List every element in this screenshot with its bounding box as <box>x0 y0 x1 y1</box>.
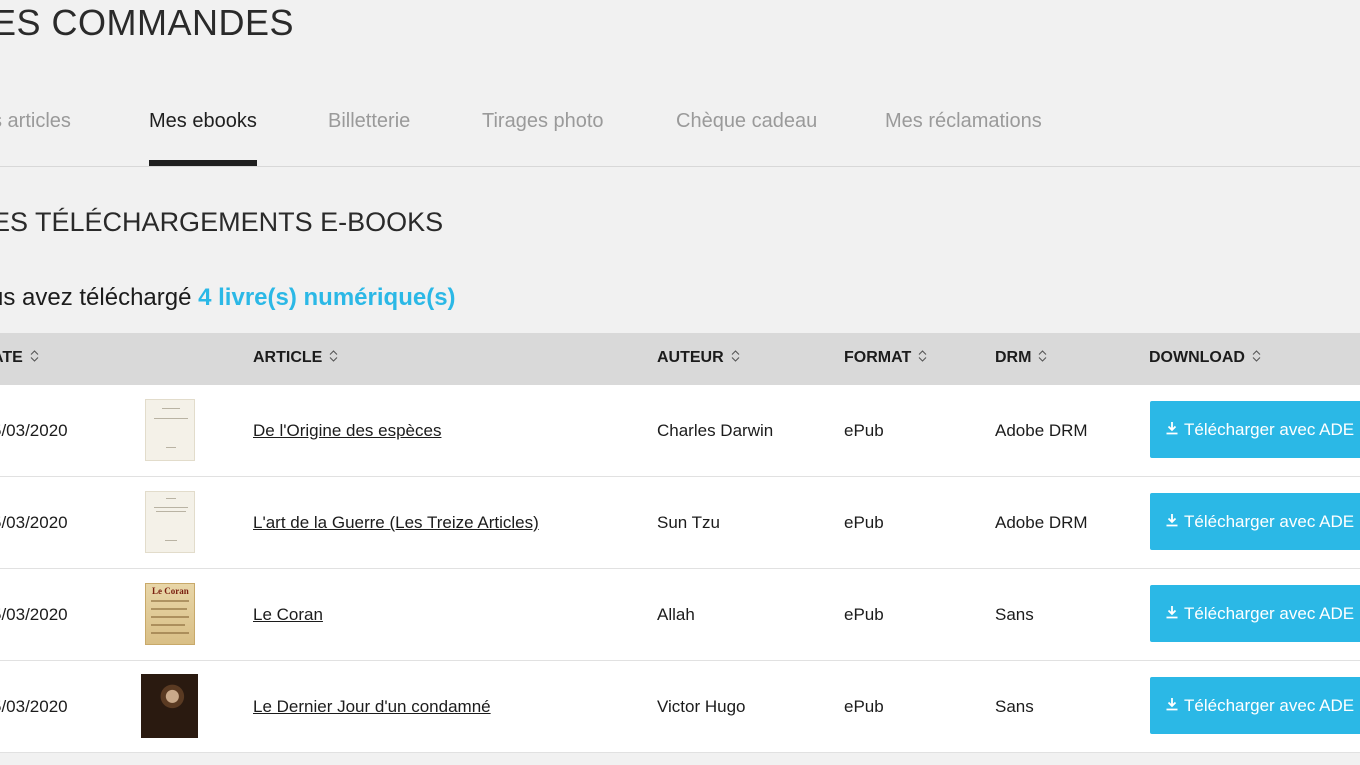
table-header: ATE ARTICLE AUTEUR FORMAT DRM DOWNLOAD <box>0 333 1360 385</box>
sort-updown-icon <box>30 349 39 367</box>
column-header-label: DOWNLOAD <box>1149 349 1245 367</box>
download-button-label: Télécharger avec ADE <box>1184 603 1355 623</box>
download-button-label: Télécharger avec ADE <box>1184 511 1355 531</box>
sort-updown-icon <box>918 349 927 367</box>
section-title: ES TÉLÉCHARGEMENTS E-BOOKS <box>0 207 444 237</box>
column-header-drm[interactable]: DRM <box>995 349 1047 367</box>
summary-prefix: us avez téléchargé <box>0 284 199 311</box>
download-icon <box>1165 420 1184 440</box>
download-icon <box>1165 696 1184 716</box>
book-cover-thumbnail[interactable] <box>145 399 195 461</box>
column-header-format[interactable]: FORMAT <box>844 349 927 367</box>
download-icon <box>1165 512 1184 532</box>
article-link[interactable]: Le Coran <box>253 605 323 625</box>
format-cell: ePub <box>844 421 884 440</box>
column-header-label: DRM <box>995 349 1032 367</box>
date-cell: 5/03/2020 <box>0 421 68 440</box>
download-summary: us avez téléchargé 4 livre(s) numérique(… <box>0 284 456 312</box>
tab-tirages-photo[interactable]: Tirages photo <box>482 110 604 133</box>
column-header-article[interactable]: ARTICLE <box>253 349 338 367</box>
format-cell: ePub <box>844 513 884 532</box>
date-cell: 5/03/2020 <box>0 513 68 532</box>
column-header-label: ARTICLE <box>253 349 323 367</box>
table-row: 5/03/2020 Le Coran Le Coran Allah ePub S… <box>0 569 1360 661</box>
author-cell: Allah <box>657 605 695 624</box>
format-cell: ePub <box>844 697 884 716</box>
book-cover-thumbnail[interactable]: Le Coran <box>145 583 195 645</box>
article-link[interactable]: L'art de la Guerre (Les Treize Articles) <box>253 513 539 533</box>
author-cell: Charles Darwin <box>657 421 774 440</box>
tab-cheque-cadeau[interactable]: Chèque cadeau <box>676 110 817 133</box>
column-header-label: ATE <box>0 349 23 367</box>
download-ade-button[interactable]: Télécharger avec ADE <box>1150 493 1360 550</box>
author-cell: Victor Hugo <box>657 697 746 716</box>
sort-updown-icon <box>329 349 338 367</box>
download-ade-button[interactable]: Télécharger avec ADE <box>1150 585 1360 642</box>
drm-cell: Adobe DRM <box>995 421 1088 440</box>
download-button-label: Télécharger avec ADE <box>1184 419 1355 439</box>
download-button-label: Télécharger avec ADE <box>1184 695 1355 715</box>
column-header-date[interactable]: ATE <box>0 349 39 367</box>
download-ade-button[interactable]: Télécharger avec ADE <box>1150 677 1360 734</box>
sort-updown-icon <box>1252 349 1261 367</box>
book-cover-thumbnail[interactable] <box>141 674 198 738</box>
column-header-label: AUTEUR <box>657 349 724 367</box>
format-cell: ePub <box>844 605 884 624</box>
ebooks-table-body: 5/03/2020 De l'Origine des espèces Charl… <box>0 385 1360 753</box>
cover-title: Le Coran <box>152 586 189 596</box>
download-icon <box>1165 604 1184 624</box>
article-link[interactable]: De l'Origine des espèces <box>253 421 441 441</box>
column-header-author[interactable]: AUTEUR <box>657 349 740 367</box>
book-cover-thumbnail[interactable] <box>145 491 195 553</box>
active-tab-indicator <box>149 160 257 166</box>
page-title: ES COMMANDES <box>0 2 295 43</box>
table-row: 5/03/2020 Le Dernier Jour d'un condamné … <box>0 661 1360 753</box>
column-header-label: FORMAT <box>844 349 912 367</box>
download-ade-button[interactable]: Télécharger avec ADE <box>1150 401 1360 458</box>
table-row: 5/03/2020 L'art de la Guerre (Les Treize… <box>0 477 1360 569</box>
sort-updown-icon <box>731 349 740 367</box>
article-link[interactable]: Le Dernier Jour d'un condamné <box>253 697 491 717</box>
tab-articles[interactable]: s articles <box>0 110 71 133</box>
sort-updown-icon <box>1038 349 1047 367</box>
tab-bar: s articles Mes ebooks Billetterie Tirage… <box>0 96 1360 167</box>
table-row: 5/03/2020 De l'Origine des espèces Charl… <box>0 385 1360 477</box>
author-cell: Sun Tzu <box>657 513 721 532</box>
drm-cell: Sans <box>995 605 1034 624</box>
tab-mes-ebooks[interactable]: Mes ebooks <box>149 110 257 133</box>
drm-cell: Adobe DRM <box>995 513 1088 532</box>
date-cell: 5/03/2020 <box>0 605 68 624</box>
tab-billetterie[interactable]: Billetterie <box>328 110 410 133</box>
column-header-download[interactable]: DOWNLOAD <box>1149 349 1261 367</box>
date-cell: 5/03/2020 <box>0 697 68 716</box>
tab-mes-reclamations[interactable]: Mes réclamations <box>885 110 1042 133</box>
summary-count: 4 livre(s) numérique(s) <box>198 284 456 311</box>
drm-cell: Sans <box>995 697 1034 716</box>
